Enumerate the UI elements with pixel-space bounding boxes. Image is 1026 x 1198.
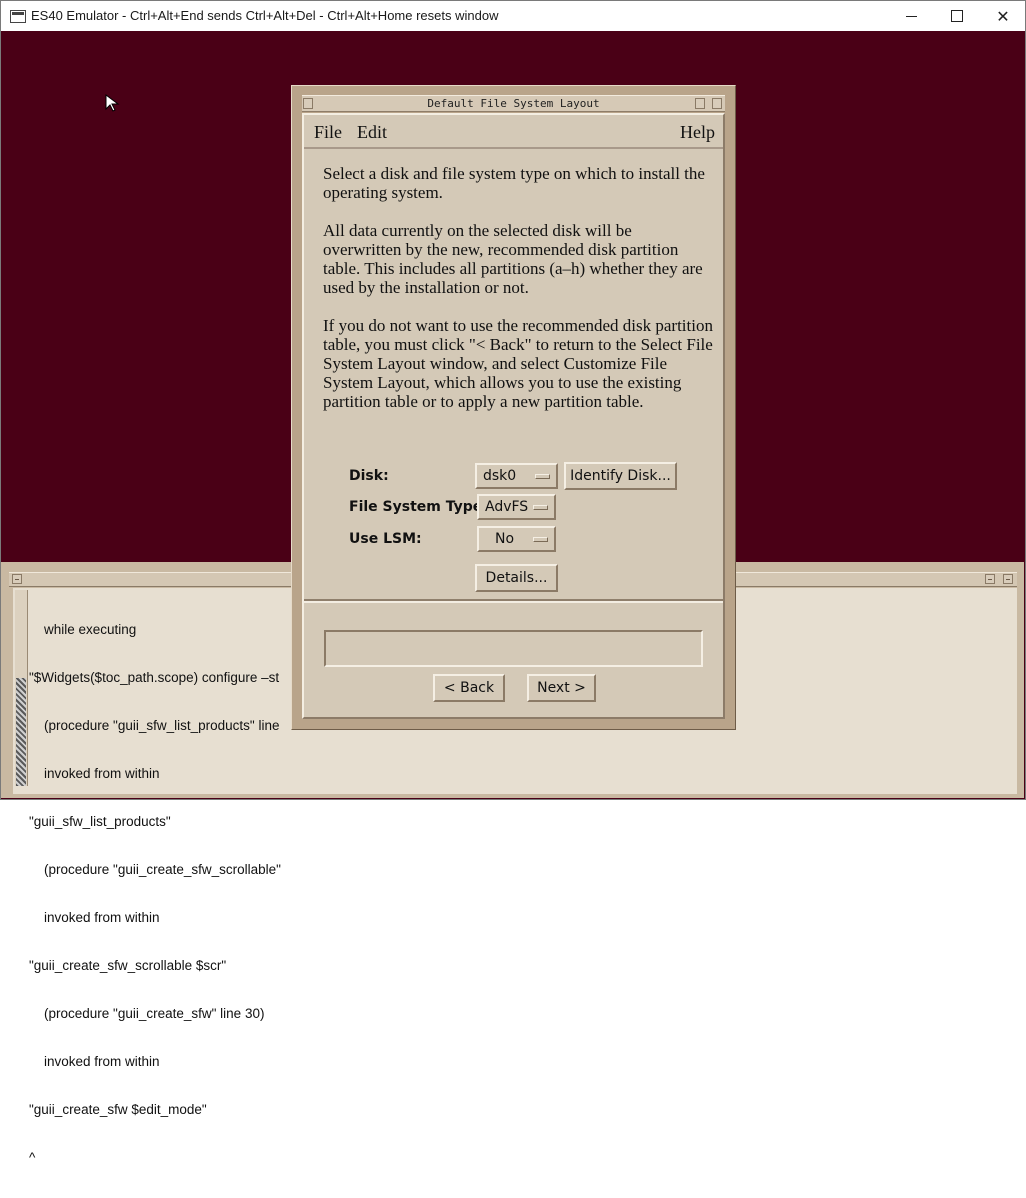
app-icon (10, 10, 26, 23)
close-icon: ✕ (996, 6, 1010, 26)
dialog-content: File Edit Help Select a disk and file sy… (302, 113, 725, 719)
maximize-button[interactable] (934, 1, 980, 31)
use-lsm-option-menu[interactable]: No (477, 526, 556, 552)
scrollbar-thumb[interactable] (16, 678, 26, 786)
console-line: "guii_sfw_list_products" (29, 814, 171, 829)
minimize-button[interactable] (888, 1, 934, 31)
console-line: while executing (29, 622, 137, 637)
menu-help[interactable]: Help (680, 122, 715, 143)
option-menu-icon (533, 537, 548, 542)
option-menu-icon (535, 474, 550, 479)
console-line: "guii_create_sfw_scrollable $scr" (29, 958, 227, 973)
console-text: while executing "$Widgets($toc_path.scop… (29, 590, 281, 1198)
console-line: invoked from within (29, 1054, 160, 1069)
console-line: invoked from within (29, 910, 160, 925)
disk-value: dsk0 (483, 468, 517, 484)
menu-file[interactable]: File (314, 122, 342, 143)
status-field (324, 630, 703, 667)
console-line: (procedure "guii_sfw_list_products" line (29, 718, 280, 733)
customize-text: If you do not want to use the recommende… (323, 316, 713, 411)
separator (304, 599, 723, 603)
minimize-icon (905, 15, 917, 17)
maximize-icon (951, 10, 963, 22)
instruction-text: Select a disk and file system type on wh… (323, 164, 705, 202)
file-system-type-value: AdvFS (485, 499, 529, 515)
menu-bar: File Edit Help (304, 115, 723, 149)
console-line: invoked from within (29, 766, 160, 781)
file-system-type-label: File System Type: (349, 499, 488, 515)
use-lsm-value: No (495, 531, 515, 547)
file-system-type-option-menu[interactable]: AdvFS (477, 494, 556, 520)
next-button[interactable]: Next > (527, 674, 596, 702)
mouse-pointer-icon (105, 94, 120, 112)
dialog-iconify-button[interactable] (695, 98, 705, 109)
iconify-button[interactable] (985, 574, 995, 584)
console-line: (procedure "guii_create_sfw" line 30) (29, 1006, 265, 1021)
warning-text: All data currently on the selected disk … (323, 221, 703, 297)
default-file-system-layout-dialog: Default File System Layout File Edit Hel… (291, 85, 736, 730)
menu-edit[interactable]: Edit (357, 122, 387, 143)
dialog-title: Default File System Layout (427, 97, 600, 110)
disk-label: Disk: (349, 468, 389, 484)
console-scrollbar[interactable] (15, 590, 28, 786)
console-line: ^ (29, 1150, 36, 1165)
details-button[interactable]: Details... (475, 564, 558, 592)
window-menu-button[interactable] (12, 574, 22, 584)
console-maximize-button[interactable] (1003, 574, 1013, 584)
close-button[interactable]: ✕ (980, 1, 1026, 31)
option-menu-icon (533, 505, 548, 510)
back-button[interactable]: < Back (433, 674, 505, 702)
use-lsm-label: Use LSM: (349, 531, 422, 547)
disk-option-menu[interactable]: dsk0 (475, 463, 558, 489)
title-bar[interactable]: ES40 Emulator - Ctrl+Alt+End sends Ctrl+… (1, 1, 1025, 31)
dialog-title-bar[interactable]: Default File System Layout (302, 95, 725, 112)
dialog-maximize-button[interactable] (712, 98, 722, 109)
console-line: "$Widgets($toc_path.scope) configure –st (29, 670, 280, 685)
window-title: ES40 Emulator - Ctrl+Alt+End sends Ctrl+… (31, 8, 499, 23)
console-line: (procedure "guii_create_sfw_scrollable" (29, 862, 281, 877)
identify-disk-button[interactable]: Identify Disk... (564, 462, 677, 490)
console-line: "guii_create_sfw $edit_mode" (29, 1102, 207, 1117)
